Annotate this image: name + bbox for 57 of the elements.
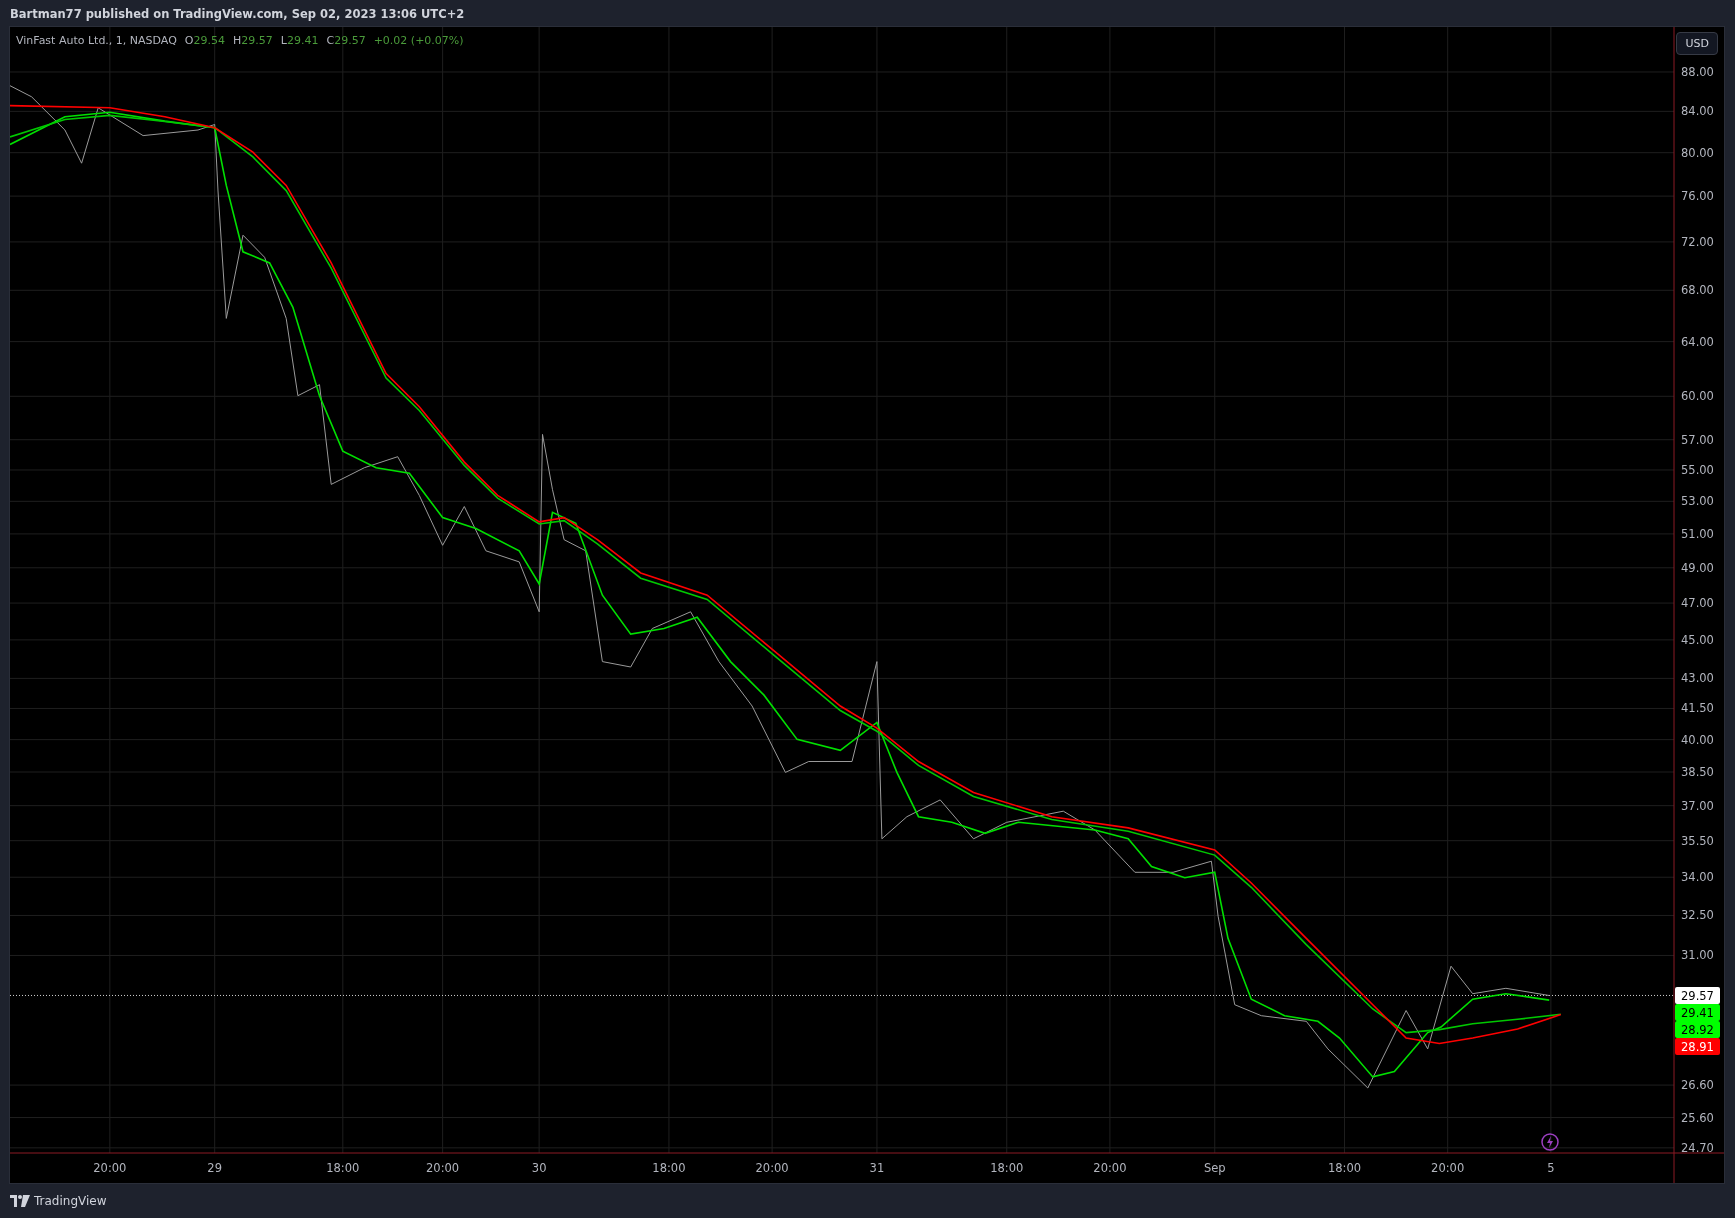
time-axis-label: Sep [1203,1161,1226,1175]
price-axis-label: 38.50 [1681,765,1714,779]
ohlc-value: 29.57 [241,34,273,47]
price-axis-label: 80.00 [1681,145,1714,160]
price-axis-label: 37.00 [1681,798,1714,813]
price-axis-label: 32.50 [1681,908,1714,923]
ohlc-value: 29.54 [193,34,226,47]
price-axis-label: 60.00 [1681,389,1714,404]
logo-icon [10,1194,30,1207]
price-axis-label: 64.00 [1681,334,1714,349]
time-axis-label: 18:00 [326,1161,360,1175]
price-axis-label: 72.00 [1681,234,1714,249]
price-axis-label: 55.00 [1681,462,1714,477]
price-axis-label: 47.00 [1681,596,1714,611]
time-axis-label: 20:00 [755,1161,789,1175]
symbol-title: VinFast Auto Ltd., 1, NASDAQ [16,34,177,47]
time-axis-label: 18:00 [1327,1161,1362,1175]
price-axis-label: 43.00 [1681,671,1714,686]
ohlc-label: C [326,34,335,47]
price-axis-label: 26.60 [1681,1078,1714,1093]
price-axis-label: 68.00 [1681,283,1714,298]
time-axis-label: 20:00 [93,1161,127,1175]
ohlc-label: O [184,34,194,47]
ohlc-value: 29.57 [334,34,366,47]
price-badge: 29.57 [1675,986,1720,1004]
price-axis-label: 88.00 [1681,64,1714,79]
price-axis-label: 31.00 [1681,948,1714,963]
time-axis-label: 5 [1547,1161,1555,1175]
currency-button[interactable]: USD [1676,32,1718,55]
price-axis-label: 45.00 [1681,632,1714,647]
logo-text: TradingView [34,1193,107,1208]
price-axis-label: 41.50 [1681,701,1714,716]
price-axis-label: 24.70 [1681,1140,1714,1155]
time-axis-label: 18:00 [990,1161,1024,1175]
price-axis-label: 34.00 [1681,870,1714,885]
time-axis-label: 20:00 [1431,1161,1465,1175]
price-axis-label: 49.00 [1681,560,1714,575]
ohlc-label: H [233,34,242,47]
price-axis-label: 84.00 [1681,104,1714,119]
price-axis-label: 76.00 [1681,189,1714,204]
ohlc-label: L [280,34,287,47]
time-axis-label: 31 [869,1161,885,1175]
price-axis-label: 57.00 [1681,432,1714,447]
time-axis-label: 20:00 [1093,1161,1127,1175]
lightning-icon[interactable] [1541,1133,1559,1151]
price-axis-label: 51.00 [1681,526,1714,541]
price-change: +0.02 (+0.07%) [373,34,464,47]
ohlc-value: 29.41 [286,34,319,47]
publish-info: Bartman77 published on TradingView.com, Sep 02, 2023 13:06 UTC+2 [10,6,465,21]
time-axis-label: 29 [207,1161,222,1175]
time-axis-label: 18:00 [652,1161,686,1175]
time-axis-label: 30 [531,1161,547,1175]
price-axis-label: 53.00 [1681,494,1714,509]
price-axis-label: 40.00 [1681,732,1714,747]
price-axis-label: 35.50 [1681,833,1714,848]
price-axis-label: 25.60 [1681,1110,1714,1125]
time-axis-label: 20:00 [426,1161,460,1175]
